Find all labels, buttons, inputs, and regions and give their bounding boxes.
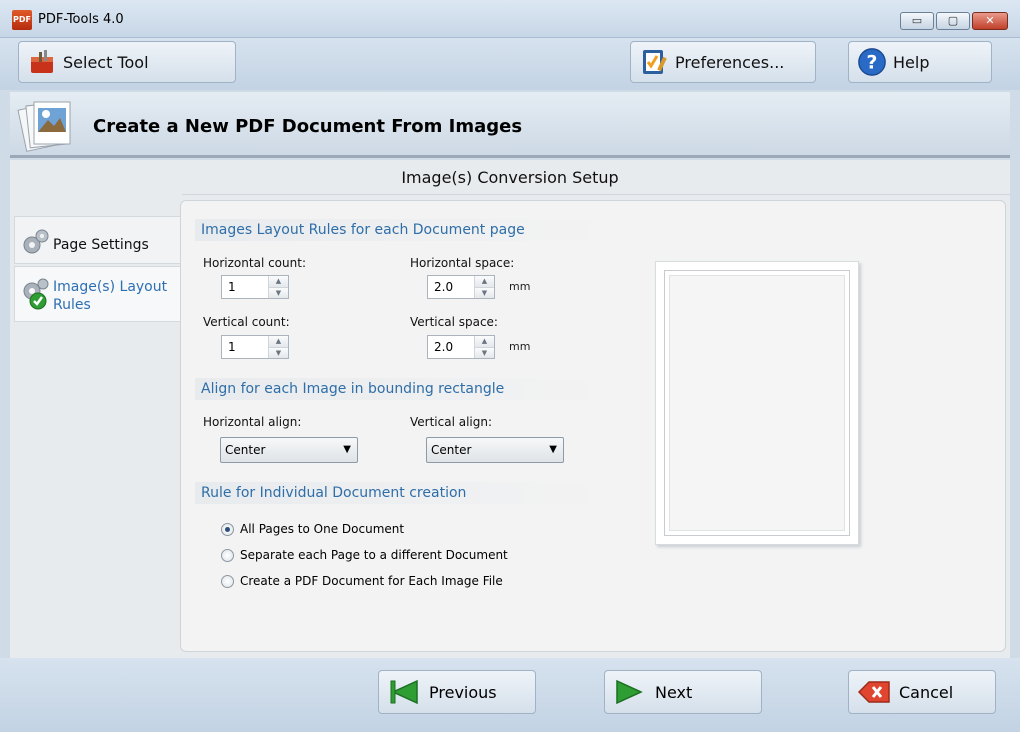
vertical-space-input[interactable] <box>428 336 472 358</box>
radio-separate-each-page[interactable]: Separate each Page to a different Docume… <box>221 548 508 562</box>
select-tool-label: Select Tool <box>63 52 149 72</box>
align-heading: Align for each Image in bounding rectang… <box>195 378 607 400</box>
rule-heading: Rule for Individual Document creation <box>195 482 607 504</box>
maximize-button[interactable]: ▢ <box>936 12 970 30</box>
title-bar: PDF PDF-Tools 4.0 ▭ ▢ ✕ <box>0 0 1020 38</box>
radio-all-pages-label: All Pages to One Document <box>240 522 405 536</box>
previous-label: Previous <box>429 682 497 702</box>
arrow-right-icon <box>616 679 643 705</box>
spin-down-icon[interactable]: ▼ <box>269 347 288 358</box>
spin-down-icon[interactable]: ▼ <box>475 287 494 298</box>
help-icon: ? <box>857 47 887 77</box>
settings-panel: Images Layout Rules for each Document pa… <box>180 200 1006 652</box>
spin-up-icon[interactable]: ▲ <box>475 336 494 347</box>
horizontal-count-spinner[interactable]: ▲▼ <box>221 275 289 299</box>
vertical-align-label: Vertical align: <box>410 415 493 429</box>
images-to-pdf-icon <box>16 96 78 154</box>
layout-rules-heading: Images Layout Rules for each Document pa… <box>195 219 607 241</box>
preview-margin <box>664 270 850 536</box>
radio-per-image-label: Create a PDF Document for Each Image Fil… <box>240 574 503 588</box>
horizontal-align-select[interactable]: Center ▼ <box>220 437 358 463</box>
close-button[interactable]: ✕ <box>972 12 1008 30</box>
app-icon: PDF <box>12 10 32 30</box>
gears-check-icon <box>21 277 53 315</box>
setup-title: Image(s) Conversion Setup <box>401 168 619 187</box>
minimize-button[interactable]: ▭ <box>900 12 934 30</box>
svg-text:?: ? <box>867 53 878 74</box>
horizontal-space-unit: mm <box>509 280 531 293</box>
next-button[interactable]: Next <box>604 670 762 714</box>
spin-down-icon[interactable]: ▼ <box>269 287 288 298</box>
preferences-button[interactable]: Preferences... <box>630 41 816 83</box>
window-title: PDF-Tools 4.0 <box>38 12 124 27</box>
vertical-count-spinner[interactable]: ▲▼ <box>221 335 289 359</box>
divider <box>182 194 1010 195</box>
preferences-label: Preferences... <box>675 52 785 72</box>
toolbar: Select Tool Preferences... ? Help <box>0 38 1020 90</box>
radio-separate-label: Separate each Page to a different Docume… <box>240 548 508 562</box>
horizontal-align-label: Horizontal align: <box>203 415 302 429</box>
radio-pdf-per-image[interactable]: Create a PDF Document for Each Image Fil… <box>221 574 503 588</box>
spin-down-icon[interactable]: ▼ <box>475 347 494 358</box>
spin-up-icon[interactable]: ▲ <box>269 336 288 347</box>
chevron-down-icon: ▼ <box>549 444 557 455</box>
vertical-align-value: Center <box>431 443 472 457</box>
tab-image-layout-rules-label: Image(s) Layout Rules <box>53 279 168 313</box>
preview-image-area <box>669 275 845 531</box>
cancel-label: Cancel <box>899 682 954 702</box>
page-preview <box>655 261 859 545</box>
next-label: Next <box>655 682 693 702</box>
horizontal-count-label: Horizontal count: <box>203 256 306 270</box>
spin-up-icon[interactable]: ▲ <box>475 276 494 287</box>
radio-selected-icon[interactable] <box>221 522 234 536</box>
help-button[interactable]: ? Help <box>848 41 992 83</box>
vertical-space-spinner[interactable]: ▲▼ <box>427 335 495 359</box>
tab-image-layout-rules[interactable]: Image(s) Layout Rules <box>14 266 180 322</box>
previous-button[interactable]: Previous <box>378 670 536 714</box>
radio-all-pages-one-document[interactable]: All Pages to One Document <box>221 522 404 536</box>
radio-icon[interactable] <box>221 548 234 562</box>
main-area: Image(s) Conversion Setup Page Settings … <box>10 160 1010 658</box>
vertical-count-label: Vertical count: <box>203 315 290 329</box>
gears-icon <box>21 227 51 261</box>
page-title: Create a New PDF Document From Images <box>93 116 523 137</box>
tab-page-settings-label: Page Settings <box>53 237 149 253</box>
horizontal-align-value: Center <box>225 443 266 457</box>
header-banner: Create a New PDF Document From Images <box>10 92 1010 158</box>
vertical-space-label: Vertical space: <box>410 315 498 329</box>
spin-up-icon[interactable]: ▲ <box>269 276 288 287</box>
cancel-button[interactable]: Cancel <box>848 670 996 714</box>
checklist-icon <box>639 47 669 77</box>
horizontal-space-spinner[interactable]: ▲▼ <box>427 275 495 299</box>
footer-bar: Previous Next Cancel <box>0 658 1020 732</box>
chevron-down-icon: ▼ <box>343 444 351 455</box>
toolbox-icon <box>27 47 57 77</box>
cancel-icon <box>857 681 890 703</box>
help-label: Help <box>893 52 930 72</box>
radio-icon[interactable] <box>221 574 234 588</box>
horizontal-space-label: Horizontal space: <box>410 256 515 270</box>
horizontal-count-input[interactable] <box>222 276 266 298</box>
vertical-space-unit: mm <box>509 340 531 353</box>
vertical-count-input[interactable] <box>222 336 266 358</box>
select-tool-button[interactable]: Select Tool <box>18 41 236 83</box>
arrow-left-icon <box>390 679 418 705</box>
tab-page-settings[interactable]: Page Settings <box>14 216 180 264</box>
horizontal-space-input[interactable] <box>428 276 472 298</box>
vertical-align-select[interactable]: Center ▼ <box>426 437 564 463</box>
